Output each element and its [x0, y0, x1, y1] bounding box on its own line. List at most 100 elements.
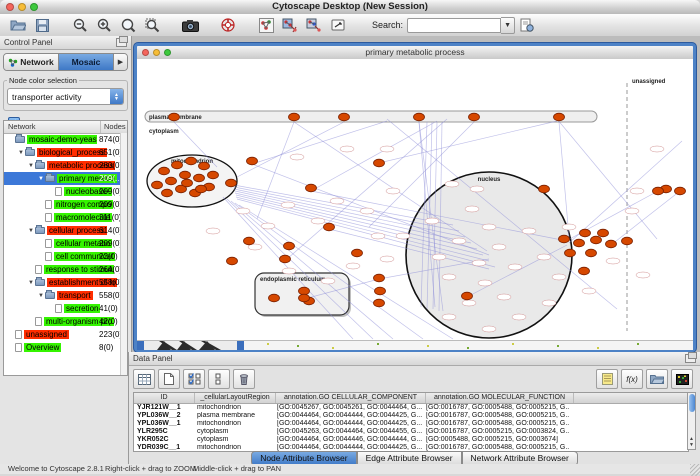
- save-session-button[interactable]: [31, 16, 53, 34]
- unselected-node[interactable]: [582, 288, 596, 294]
- tree-row[interactable]: macromolecule311(0): [4, 211, 121, 224]
- tree-row[interactable]: multi-organism pro42(0): [4, 315, 121, 328]
- selected-node[interactable]: [675, 187, 686, 195]
- unselected-node[interactable]: [497, 294, 511, 300]
- selected-node[interactable]: [289, 113, 300, 121]
- float-data-panel-icon[interactable]: [685, 354, 696, 363]
- selected-node[interactable]: [244, 237, 255, 245]
- selected-node[interactable]: [579, 267, 590, 275]
- table-row[interactable]: YJR121W__1mitochondrion[GO:0045267, GO:0…: [134, 404, 688, 412]
- selected-node[interactable]: [152, 181, 163, 189]
- import-attributes-icon[interactable]: [646, 369, 668, 389]
- table-cell[interactable]: [GO:0044464, GO:0044444, GO:0044425, G..…: [274, 412, 423, 420]
- selected-node[interactable]: [462, 292, 473, 300]
- table-cell[interactable]: mitochondrion: [194, 420, 274, 428]
- unselected-node[interactable]: [442, 274, 456, 280]
- selected-node[interactable]: [606, 240, 617, 248]
- selected-node[interactable]: [208, 171, 219, 179]
- selected-node[interactable]: [554, 113, 565, 121]
- selected-node[interactable]: [339, 113, 350, 121]
- table-column-header[interactable]: ID: [134, 393, 195, 403]
- selected-node[interactable]: [169, 113, 180, 121]
- selected-node[interactable]: [653, 187, 664, 195]
- notes-icon[interactable]: [596, 369, 618, 389]
- selected-node[interactable]: [269, 294, 280, 302]
- unselected-node[interactable]: [478, 280, 492, 286]
- unselected-node[interactable]: [606, 258, 620, 264]
- edit-network-icon[interactable]: [327, 16, 349, 34]
- selected-node[interactable]: [194, 174, 205, 182]
- tree-row[interactable]: nucleobase-209(0): [4, 185, 121, 198]
- selected-node[interactable]: [196, 185, 207, 193]
- table-cell[interactable]: [GO:0016787, GO:0005488, GO:0005215, G..…: [423, 420, 570, 428]
- search-input[interactable]: [407, 18, 501, 33]
- unselected-node[interactable]: [552, 274, 566, 280]
- new-attribute-icon[interactable]: [158, 369, 180, 389]
- expand-arrow-icon[interactable]: ▼: [27, 163, 35, 169]
- configure-search-icon[interactable]: [516, 16, 538, 34]
- network-edge[interactable]: [379, 121, 557, 163]
- unselected-node[interactable]: [650, 146, 664, 152]
- table-cell[interactable]: [GO:0005488, GO:0005215, GO:0003674]: [423, 436, 570, 444]
- tree-row[interactable]: response to stimulu264(0): [4, 263, 121, 276]
- tree-row[interactable]: secretion41(0): [4, 302, 121, 315]
- expand-arrow-icon[interactable]: ▼: [37, 293, 45, 299]
- table-cell[interactable]: YKR052C: [134, 436, 194, 444]
- selected-node[interactable]: [166, 177, 177, 185]
- table-cell[interactable]: YJR121W__1: [134, 404, 194, 412]
- tab-mosaic[interactable]: Mosaic: [59, 54, 114, 70]
- selected-node[interactable]: [199, 162, 210, 170]
- unselected-node[interactable]: [508, 264, 522, 270]
- network-canvas[interactable]: plasma membranecytoplasmmitochondrionnuc…: [137, 59, 693, 340]
- selected-node[interactable]: [580, 229, 591, 237]
- layout-tool-icon-b[interactable]: [303, 16, 325, 34]
- tree-col-nodes[interactable]: Nodes: [101, 121, 127, 133]
- selected-node[interactable]: [324, 223, 335, 231]
- help-lifering-icon[interactable]: [217, 16, 239, 34]
- tree-row[interactable]: ▼transport558(0): [4, 289, 121, 302]
- unselected-node[interactable]: [625, 208, 639, 214]
- unselected-node[interactable]: [340, 146, 354, 152]
- table-cell[interactable]: plasma membrane: [194, 412, 274, 420]
- table-column-header[interactable]: _cellularLayoutRegion: [195, 393, 276, 403]
- table-row[interactable]: YLR295Ccytoplasm[GO:0045263, GO:0044464,…: [134, 428, 688, 436]
- unselected-node[interactable]: [311, 218, 325, 224]
- table-row[interactable]: YKR052Ccytoplasm[GO:0044464, GO:0044446,…: [134, 436, 688, 444]
- selected-node[interactable]: [598, 229, 609, 237]
- layout-tool-icon-a[interactable]: [279, 16, 301, 34]
- unselected-node[interactable]: [330, 198, 344, 204]
- table-cell[interactable]: YPL036W__1: [134, 420, 194, 428]
- selected-node[interactable]: [159, 167, 170, 175]
- unselected-node[interactable]: [432, 254, 446, 260]
- snapshot-camera-icon[interactable]: [179, 16, 201, 34]
- table-cell[interactable]: [GO:0045263, GO:0044464, GO:0044455, G..…: [274, 428, 423, 436]
- select-all-attributes-icon[interactable]: [183, 369, 205, 389]
- search-dropdown-icon[interactable]: ▼: [501, 17, 515, 34]
- table-column-header[interactable]: annotation.GO MOLECULAR_FUNCTION: [426, 393, 574, 403]
- unselected-node[interactable]: [321, 278, 335, 284]
- float-panel-icon[interactable]: [116, 38, 127, 47]
- unselected-node[interactable]: [492, 244, 506, 250]
- unselected-node[interactable]: [462, 300, 476, 306]
- selected-node[interactable]: [559, 235, 570, 243]
- network-window-titlebar[interactable]: primary metabolic process: [137, 46, 693, 60]
- delete-attribute-icon[interactable]: [233, 369, 255, 389]
- unselected-node[interactable]: [380, 256, 394, 262]
- unselected-node[interactable]: [465, 206, 479, 212]
- table-cell[interactable]: [GO:0016787, GO:0005215, GO:0003824, G..…: [423, 428, 570, 436]
- expand-arrow-icon[interactable]: ▼: [27, 228, 35, 234]
- table-row[interactable]: YPL036W__2plasma membrane[GO:0044464, GO…: [134, 412, 688, 420]
- unselected-node[interactable]: [445, 181, 459, 187]
- unselect-all-attributes-icon[interactable]: [208, 369, 230, 389]
- unselected-node[interactable]: [470, 186, 484, 192]
- selected-node[interactable]: [352, 249, 363, 257]
- network-edge[interactable]: [252, 121, 387, 164]
- selected-node[interactable]: [226, 179, 237, 187]
- unselected-node[interactable]: [346, 263, 360, 269]
- selected-node[interactable]: [375, 287, 386, 295]
- tree-row[interactable]: cellular metabo209(0): [4, 237, 121, 250]
- selected-node[interactable]: [180, 171, 191, 179]
- unselected-node[interactable]: [380, 146, 394, 152]
- table-cell[interactable]: [GO:0016787, GO:0005488, GO:0005215, G..…: [423, 412, 570, 420]
- tree-row[interactable]: ▼biological_process651(0): [4, 146, 121, 159]
